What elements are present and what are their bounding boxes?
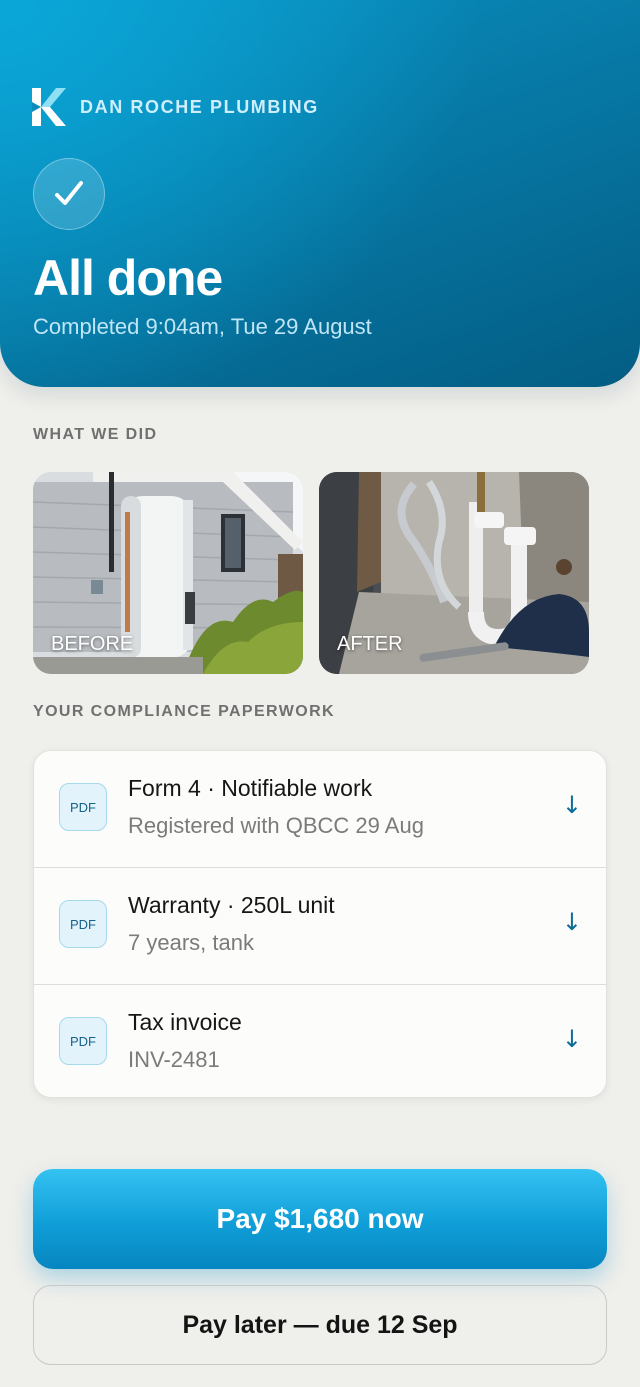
pay-now-button[interactable]: Pay $1,680 now [33, 1169, 607, 1269]
document-subtitle: INV-2481 [128, 1047, 220, 1072]
download-icon[interactable]: ↓ [562, 1025, 582, 1053]
document-subtitle: 7 years, tank [128, 930, 254, 955]
before-label: BEFORE [51, 633, 134, 655]
completion-timestamp: Completed 9:04am, Tue 29 August [33, 314, 372, 339]
document-title: Warranty · 250L unit [128, 892, 335, 918]
document-title: Form 4 · Notifiable work [128, 775, 373, 801]
brand: DAN ROCHE PLUMBING [32, 88, 319, 126]
document-row-warranty[interactable]: PDF Warranty · 250L unit 7 years, tank ↓ [34, 868, 606, 985]
brand-logo-icon [32, 88, 66, 126]
document-subtitle: Registered with QBCC 29 Aug [128, 813, 424, 838]
pdf-file-icon: PDF [59, 1017, 107, 1065]
after-photo[interactable]: AFTER [319, 472, 589, 674]
document-row-form-4[interactable]: PDF Form 4 · Notifiable work Registered … [34, 751, 606, 868]
document-title: Tax invoice [128, 1009, 242, 1035]
document-row-tax-invoice[interactable]: PDF Tax invoice INV-2481 ↓ [34, 985, 606, 1097]
header-banner: DAN ROCHE PLUMBING All done Completed 9:… [0, 0, 640, 387]
document-list: PDF Form 4 · Notifiable work Registered … [33, 750, 607, 1098]
after-label: AFTER [337, 633, 403, 655]
pdf-file-icon: PDF [59, 783, 107, 831]
section-label-paperwork: YOUR COMPLIANCE PAPERWORK [33, 703, 335, 720]
pay-later-button[interactable]: Pay later — due 12 Sep [33, 1285, 607, 1365]
download-icon[interactable]: ↓ [562, 791, 582, 819]
download-icon[interactable]: ↓ [562, 908, 582, 936]
check-circle-icon [33, 158, 105, 230]
pdf-file-icon: PDF [59, 900, 107, 948]
section-label-what-we-did: WHAT WE DID [33, 426, 158, 443]
before-photo[interactable]: BEFORE [33, 472, 303, 674]
page-title: All done [33, 250, 223, 306]
brand-name: DAN ROCHE PLUMBING [80, 96, 319, 117]
